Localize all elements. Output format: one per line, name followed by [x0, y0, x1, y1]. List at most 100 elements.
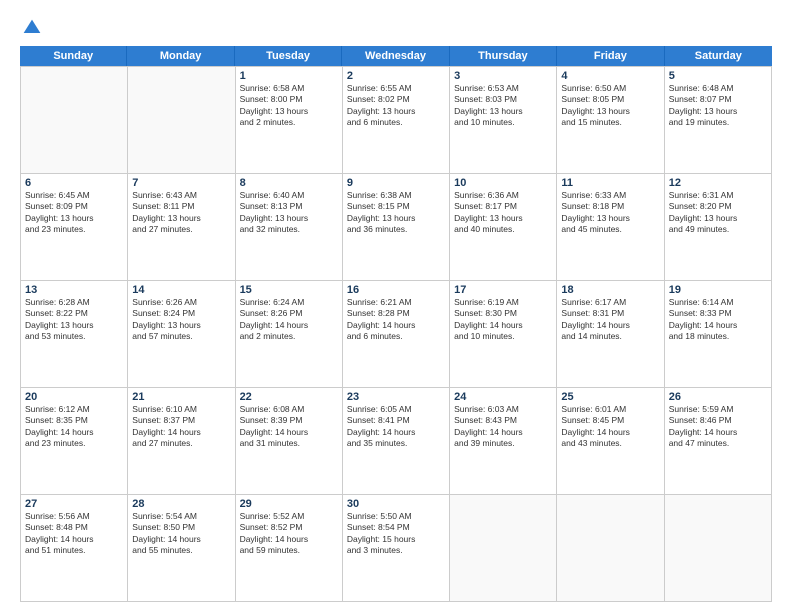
day-number: 18 — [561, 284, 659, 296]
day-info: Sunrise: 6:10 AM Sunset: 8:37 PM Dayligh… — [132, 404, 230, 450]
day-info: Sunrise: 6:03 AM Sunset: 8:43 PM Dayligh… — [454, 404, 552, 450]
logo-icon — [22, 18, 42, 38]
day-number: 1 — [240, 70, 338, 82]
day-info: Sunrise: 5:56 AM Sunset: 8:48 PM Dayligh… — [25, 511, 123, 557]
day-number: 22 — [240, 391, 338, 403]
day-number: 5 — [669, 70, 767, 82]
day-number: 23 — [347, 391, 445, 403]
day-number: 28 — [132, 498, 230, 510]
calendar-cell: 7Sunrise: 6:43 AM Sunset: 8:11 PM Daylig… — [128, 174, 235, 281]
day-info: Sunrise: 6:28 AM Sunset: 8:22 PM Dayligh… — [25, 297, 123, 343]
calendar-cell: 22Sunrise: 6:08 AM Sunset: 8:39 PM Dayli… — [236, 388, 343, 495]
day-number: 17 — [454, 284, 552, 296]
calendar-row: 27Sunrise: 5:56 AM Sunset: 8:48 PM Dayli… — [21, 495, 772, 602]
day-number: 26 — [669, 391, 767, 403]
day-number: 14 — [132, 284, 230, 296]
day-info: Sunrise: 6:05 AM Sunset: 8:41 PM Dayligh… — [347, 404, 445, 450]
calendar: SundayMondayTuesdayWednesdayThursdayFrid… — [20, 46, 772, 602]
calendar-cell: 24Sunrise: 6:03 AM Sunset: 8:43 PM Dayli… — [450, 388, 557, 495]
calendar-cell: 19Sunrise: 6:14 AM Sunset: 8:33 PM Dayli… — [665, 281, 772, 388]
day-number: 12 — [669, 177, 767, 189]
day-info: Sunrise: 6:43 AM Sunset: 8:11 PM Dayligh… — [132, 190, 230, 236]
day-info: Sunrise: 6:50 AM Sunset: 8:05 PM Dayligh… — [561, 83, 659, 129]
day-number: 2 — [347, 70, 445, 82]
calendar-cell: 29Sunrise: 5:52 AM Sunset: 8:52 PM Dayli… — [236, 495, 343, 602]
calendar-cell: 8Sunrise: 6:40 AM Sunset: 8:13 PM Daylig… — [236, 174, 343, 281]
calendar-cell: 9Sunrise: 6:38 AM Sunset: 8:15 PM Daylig… — [343, 174, 450, 281]
calendar-row: 1Sunrise: 6:58 AM Sunset: 8:00 PM Daylig… — [21, 67, 772, 174]
calendar-cell: 2Sunrise: 6:55 AM Sunset: 8:02 PM Daylig… — [343, 67, 450, 174]
day-info: Sunrise: 6:31 AM Sunset: 8:20 PM Dayligh… — [669, 190, 767, 236]
day-info: Sunrise: 5:54 AM Sunset: 8:50 PM Dayligh… — [132, 511, 230, 557]
calendar-cell — [665, 495, 772, 602]
calendar-cell: 4Sunrise: 6:50 AM Sunset: 8:05 PM Daylig… — [557, 67, 664, 174]
weekday-header: Wednesday — [342, 46, 449, 66]
day-number: 30 — [347, 498, 445, 510]
calendar-cell: 18Sunrise: 6:17 AM Sunset: 8:31 PM Dayli… — [557, 281, 664, 388]
day-number: 29 — [240, 498, 338, 510]
calendar-header: SundayMondayTuesdayWednesdayThursdayFrid… — [20, 46, 772, 66]
day-number: 24 — [454, 391, 552, 403]
calendar-cell: 14Sunrise: 6:26 AM Sunset: 8:24 PM Dayli… — [128, 281, 235, 388]
calendar-cell — [21, 67, 128, 174]
day-info: Sunrise: 6:08 AM Sunset: 8:39 PM Dayligh… — [240, 404, 338, 450]
day-info: Sunrise: 6:53 AM Sunset: 8:03 PM Dayligh… — [454, 83, 552, 129]
day-info: Sunrise: 5:52 AM Sunset: 8:52 PM Dayligh… — [240, 511, 338, 557]
calendar-cell: 5Sunrise: 6:48 AM Sunset: 8:07 PM Daylig… — [665, 67, 772, 174]
calendar-cell: 12Sunrise: 6:31 AM Sunset: 8:20 PM Dayli… — [665, 174, 772, 281]
day-number: 8 — [240, 177, 338, 189]
day-number: 16 — [347, 284, 445, 296]
day-info: Sunrise: 6:21 AM Sunset: 8:28 PM Dayligh… — [347, 297, 445, 343]
calendar-cell: 27Sunrise: 5:56 AM Sunset: 8:48 PM Dayli… — [21, 495, 128, 602]
day-number: 7 — [132, 177, 230, 189]
day-info: Sunrise: 6:40 AM Sunset: 8:13 PM Dayligh… — [240, 190, 338, 236]
weekday-header: Sunday — [20, 46, 127, 66]
day-number: 21 — [132, 391, 230, 403]
day-info: Sunrise: 6:26 AM Sunset: 8:24 PM Dayligh… — [132, 297, 230, 343]
day-number: 20 — [25, 391, 123, 403]
calendar-cell: 17Sunrise: 6:19 AM Sunset: 8:30 PM Dayli… — [450, 281, 557, 388]
calendar-cell: 11Sunrise: 6:33 AM Sunset: 8:18 PM Dayli… — [557, 174, 664, 281]
day-info: Sunrise: 6:55 AM Sunset: 8:02 PM Dayligh… — [347, 83, 445, 129]
calendar-row: 20Sunrise: 6:12 AM Sunset: 8:35 PM Dayli… — [21, 388, 772, 495]
calendar-cell: 23Sunrise: 6:05 AM Sunset: 8:41 PM Dayli… — [343, 388, 450, 495]
day-info: Sunrise: 6:48 AM Sunset: 8:07 PM Dayligh… — [669, 83, 767, 129]
day-number: 10 — [454, 177, 552, 189]
calendar-cell: 28Sunrise: 5:54 AM Sunset: 8:50 PM Dayli… — [128, 495, 235, 602]
weekday-header: Monday — [127, 46, 234, 66]
logo — [20, 18, 42, 38]
day-info: Sunrise: 6:45 AM Sunset: 8:09 PM Dayligh… — [25, 190, 123, 236]
day-info: Sunrise: 6:24 AM Sunset: 8:26 PM Dayligh… — [240, 297, 338, 343]
day-number: 15 — [240, 284, 338, 296]
calendar-cell: 20Sunrise: 6:12 AM Sunset: 8:35 PM Dayli… — [21, 388, 128, 495]
day-number: 9 — [347, 177, 445, 189]
calendar-cell — [128, 67, 235, 174]
day-info: Sunrise: 6:14 AM Sunset: 8:33 PM Dayligh… — [669, 297, 767, 343]
calendar-cell: 21Sunrise: 6:10 AM Sunset: 8:37 PM Dayli… — [128, 388, 235, 495]
day-number: 13 — [25, 284, 123, 296]
weekday-header: Thursday — [450, 46, 557, 66]
day-info: Sunrise: 5:50 AM Sunset: 8:54 PM Dayligh… — [347, 511, 445, 557]
day-number: 3 — [454, 70, 552, 82]
calendar-cell: 26Sunrise: 5:59 AM Sunset: 8:46 PM Dayli… — [665, 388, 772, 495]
day-info: Sunrise: 6:01 AM Sunset: 8:45 PM Dayligh… — [561, 404, 659, 450]
calendar-body: 1Sunrise: 6:58 AM Sunset: 8:00 PM Daylig… — [20, 66, 772, 602]
calendar-cell: 3Sunrise: 6:53 AM Sunset: 8:03 PM Daylig… — [450, 67, 557, 174]
calendar-cell — [450, 495, 557, 602]
day-info: Sunrise: 6:33 AM Sunset: 8:18 PM Dayligh… — [561, 190, 659, 236]
page: SundayMondayTuesdayWednesdayThursdayFrid… — [0, 0, 792, 612]
day-info: Sunrise: 6:58 AM Sunset: 8:00 PM Dayligh… — [240, 83, 338, 129]
calendar-row: 6Sunrise: 6:45 AM Sunset: 8:09 PM Daylig… — [21, 174, 772, 281]
day-number: 6 — [25, 177, 123, 189]
calendar-cell — [557, 495, 664, 602]
day-info: Sunrise: 5:59 AM Sunset: 8:46 PM Dayligh… — [669, 404, 767, 450]
calendar-cell: 15Sunrise: 6:24 AM Sunset: 8:26 PM Dayli… — [236, 281, 343, 388]
day-info: Sunrise: 6:12 AM Sunset: 8:35 PM Dayligh… — [25, 404, 123, 450]
day-info: Sunrise: 6:38 AM Sunset: 8:15 PM Dayligh… — [347, 190, 445, 236]
calendar-cell: 16Sunrise: 6:21 AM Sunset: 8:28 PM Dayli… — [343, 281, 450, 388]
day-number: 19 — [669, 284, 767, 296]
calendar-cell: 10Sunrise: 6:36 AM Sunset: 8:17 PM Dayli… — [450, 174, 557, 281]
header — [20, 18, 772, 38]
calendar-cell: 6Sunrise: 6:45 AM Sunset: 8:09 PM Daylig… — [21, 174, 128, 281]
calendar-cell: 25Sunrise: 6:01 AM Sunset: 8:45 PM Dayli… — [557, 388, 664, 495]
